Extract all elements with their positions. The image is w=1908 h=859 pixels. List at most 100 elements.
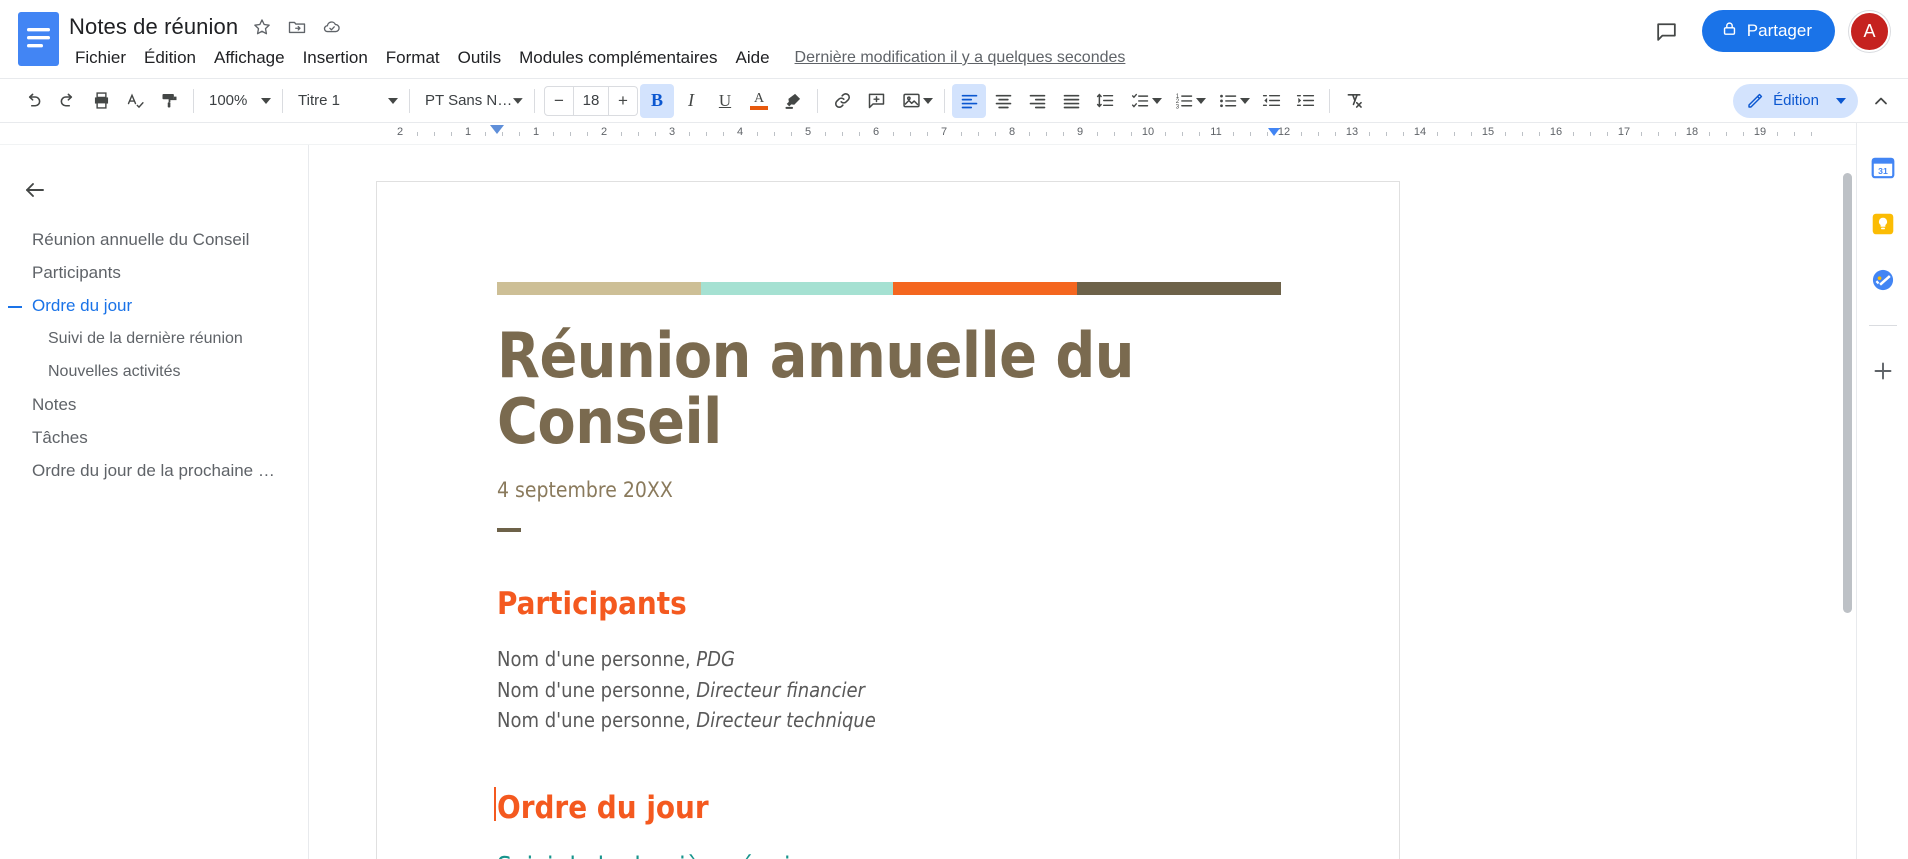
bold-button[interactable]: B [640,83,674,118]
participant-name-1: Nom d'une personne, [497,647,697,672]
outline-item[interactable]: Réunion annuelle du Conseil [0,223,308,256]
editing-mode-button[interactable]: Édition [1733,83,1858,118]
menu-item-modules[interactable]: Modules complémentaires [510,47,726,69]
ruler-tick [1403,132,1404,136]
paragraph-style-select[interactable]: Titre 1 [290,86,402,116]
ruler-tick [1046,132,1047,136]
checklist-button[interactable] [1122,86,1166,116]
line-spacing-icon[interactable] [1088,84,1122,118]
increase-indent-icon[interactable] [1288,84,1322,118]
cloud-saved-icon[interactable] [322,17,342,37]
ruler-number: 18 [1685,126,1699,138]
align-justify-icon[interactable] [1054,84,1088,118]
insert-image-button[interactable] [893,86,937,116]
ruler-tick [570,132,571,136]
lock-icon [1721,20,1738,42]
align-right-icon[interactable] [1020,84,1054,118]
ruler-tick [655,132,656,136]
bulleted-list-button[interactable] [1210,86,1254,116]
title-row: Notes de réunion [69,11,1888,43]
spelling-check-icon[interactable] [118,84,152,118]
rail-divider [1868,325,1897,326]
outline-item[interactable]: Tâches [0,421,308,454]
link-icon[interactable] [825,84,859,118]
menu-item-fichier[interactable]: Fichier [69,47,135,69]
font-size-input[interactable]: 18 [573,86,609,115]
ruler[interactable]: 2 1 1 2 3 4 5 6 7 8 9 10 11 12 13 14 15 16 17 18 19 [0,123,1856,145]
align-left-icon[interactable] [952,83,986,118]
toolbar-left-group: 100% Titre 1 PT Sans N… − 18 + B I U A 1… [16,83,1371,118]
title-and-menu: Notes de réunion Fichier Édition Afficha… [69,10,1888,71]
document-canvas[interactable]: Réunion annuelle du Conseil 4 septembre … [309,145,1856,859]
ruler-tick [1199,132,1200,136]
ruler-tick [1250,132,1251,136]
ruler-tick [1471,132,1472,136]
page-title[interactable]: Notes de réunion [69,14,238,40]
menu-item-aide[interactable]: Aide [727,47,779,69]
underline-button[interactable]: U [708,84,742,118]
ruler-tick [1182,132,1183,136]
google-keep-icon[interactable] [1868,209,1898,239]
top-bar-actions: Partager A [1646,10,1890,52]
underline-label: U [718,90,732,110]
document-outline-panel: Réunion annuelle du Conseil Participants O… [0,145,309,859]
ruler-tick [723,132,724,136]
arrow-back-icon[interactable] [14,169,56,211]
avatar[interactable]: A [1849,10,1890,52]
comment-history-icon[interactable] [1646,10,1688,52]
font-select[interactable]: PT Sans N… [417,86,527,116]
menu-item-insertion[interactable]: Insertion [294,47,377,69]
outline-item[interactable]: Nouvelles activités [0,355,308,388]
docs-logo-icon[interactable] [18,12,59,66]
ruler-tick [1641,132,1642,136]
undo-icon[interactable] [16,84,50,118]
font-size-increase-button[interactable]: + [609,87,637,115]
move-to-folder-icon[interactable] [287,17,307,37]
checklist-icon [1131,93,1149,108]
add-comment-icon[interactable] [859,84,893,118]
ruler-number: 3 [668,126,676,138]
add-on-icon[interactable] [1868,356,1898,386]
menu-item-affichage[interactable]: Affichage [205,47,294,69]
redo-icon[interactable] [50,84,84,118]
highlight-color-icon[interactable] [776,84,810,118]
menu-item-outils[interactable]: Outils [449,47,510,69]
google-tasks-icon[interactable] [1868,265,1898,295]
print-icon[interactable] [84,84,118,118]
outline-item[interactable]: Notes [0,388,308,421]
zoom-select[interactable]: 100% [201,86,275,116]
align-center-icon[interactable] [986,84,1020,118]
outline-item[interactable]: Suivi de la dernière réunion [0,322,308,355]
right-indent-marker[interactable] [1268,128,1280,136]
text-color-button[interactable]: A [742,84,776,118]
bulleted-list-icon [1220,94,1237,108]
outline-item[interactable]: Participants [0,256,308,289]
share-button[interactable]: Partager [1701,10,1835,52]
italic-button[interactable]: I [674,84,708,118]
last-edit-link[interactable]: Dernière modification il y a quelques se… [795,49,1126,67]
star-icon[interactable] [252,17,272,37]
decrease-indent-icon[interactable] [1254,84,1288,118]
heading-suivi-derniere-reunion: Suivi de la dernière réunion [497,852,1279,859]
hide-menus-button[interactable] [1864,84,1898,118]
outline-item[interactable]: Ordre du jour [0,289,308,322]
document-page[interactable]: Réunion annuelle du Conseil 4 septembre … [377,182,1399,859]
ruler-tick [1726,132,1727,136]
font-size-decrease-button[interactable]: − [545,87,573,115]
vertical-scrollbar[interactable] [1843,173,1852,613]
left-indent-marker[interactable] [490,125,504,134]
paint-format-icon[interactable] [152,84,186,118]
clear-formatting-icon[interactable] [1337,84,1371,118]
google-calendar-icon[interactable]: 31 [1868,153,1898,183]
ruler-number: 2 [600,126,608,138]
menu-item-edition[interactable]: Édition [135,47,205,69]
numbered-list-button[interactable]: 1 2 3 [1166,86,1210,116]
outline-item[interactable]: Ordre du jour de la prochaine … [0,454,308,487]
menu-item-format[interactable]: Format [377,47,449,69]
ruler-tick [774,132,775,136]
ruler-tick [1454,132,1455,136]
ruler-number: 16 [1549,126,1563,138]
ruler-number: 9 [1076,126,1084,138]
title-icon-group [252,17,342,37]
toolbar-divider [944,88,945,113]
